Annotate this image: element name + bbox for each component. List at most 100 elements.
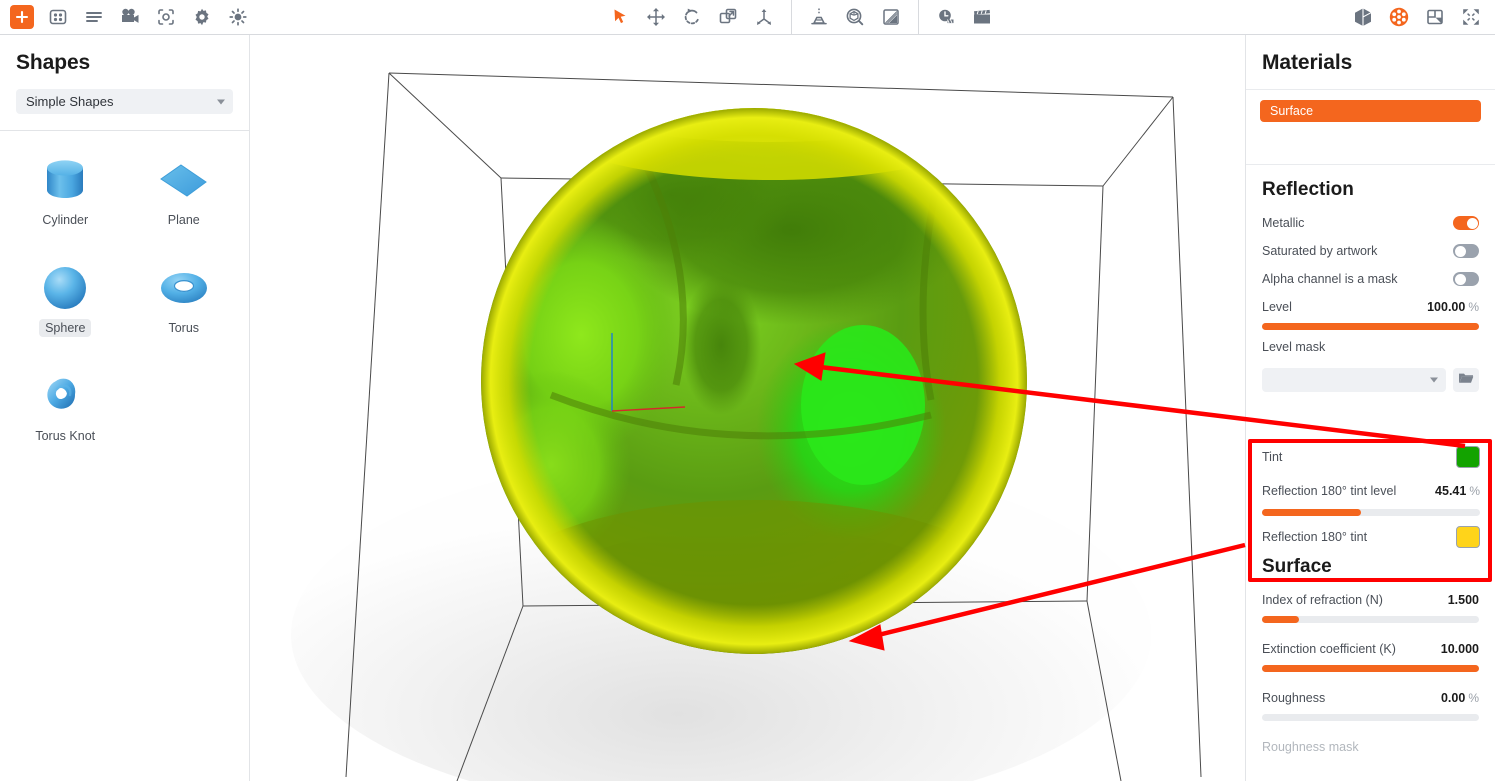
hamburger-menu-icon — [84, 7, 104, 27]
3d-viewport[interactable] — [251, 35, 1245, 781]
shape-item-plane[interactable]: Plane — [125, 149, 244, 247]
grid-dots-icon — [48, 7, 68, 27]
scatter-icon — [754, 7, 774, 27]
sphere-icon — [36, 257, 94, 319]
toolbar-separator-1 — [790, 0, 792, 35]
roughness-row: Roughness 0.00% — [1246, 684, 1495, 712]
shape-label-sphere: Sphere — [39, 319, 92, 337]
saturated-by-artwork-row: Saturated by artwork — [1246, 237, 1495, 265]
shape-label-cylinder: Cylinder — [42, 213, 89, 227]
render-view-button[interactable] — [1417, 0, 1453, 35]
level-mask-label: Level mask — [1262, 340, 1326, 354]
alpha-channel-mask-toggle[interactable] — [1453, 272, 1479, 286]
select-tool[interactable] — [602, 0, 638, 35]
level-row: Level 100.00% — [1246, 293, 1495, 321]
tint-color-swatch[interactable] — [1456, 446, 1480, 468]
shape-item-torus-knot[interactable]: Torus Knot — [6, 365, 125, 463]
focus-button[interactable] — [148, 0, 184, 35]
toolbar-scene-group — [801, 0, 909, 35]
main-toolbar — [0, 0, 1495, 35]
tint-180-color-swatch[interactable] — [1456, 526, 1480, 548]
toggle-knob — [1454, 245, 1466, 257]
roughness-unit: % — [1468, 691, 1479, 705]
ior-row: Index of refraction (N) 1.500 — [1246, 586, 1495, 614]
roughness-value-wrap: 0.00% — [1441, 689, 1479, 707]
level-mask-dropdown[interactable] — [1262, 368, 1446, 392]
level-unit: % — [1468, 300, 1479, 314]
metallic-toggle[interactable] — [1453, 216, 1479, 230]
shape-item-torus[interactable]: Torus — [125, 257, 244, 355]
tint-level-180-slider-fill — [1262, 509, 1361, 516]
metallic-row: Metallic — [1246, 209, 1495, 237]
toolbar-transform-group — [602, 0, 782, 35]
chevron-down-icon — [217, 99, 225, 104]
level-value: 100.00 — [1427, 300, 1466, 314]
scale-tool[interactable] — [710, 0, 746, 35]
material-item-surface[interactable]: Surface — [1260, 100, 1481, 122]
gradient-tool[interactable] — [873, 0, 909, 35]
tint-180-label: Reflection 180° tint — [1262, 530, 1368, 544]
move-arrows-icon — [646, 7, 666, 27]
add-button[interactable] — [4, 0, 40, 35]
shape-item-cylinder[interactable]: Cylinder — [6, 149, 125, 247]
materials-panel: Materials Surface Reflection Metallic Sa… — [1245, 35, 1495, 781]
roughness-slider[interactable] — [1262, 714, 1479, 721]
chevron-down-icon — [1430, 377, 1438, 383]
saturated-by-artwork-toggle[interactable] — [1453, 244, 1479, 258]
plane-icon — [155, 149, 213, 211]
camera-button[interactable] — [112, 0, 148, 35]
tint-label: Tint — [1262, 450, 1283, 464]
menu-button[interactable] — [76, 0, 112, 35]
tint-180-row: Reflection 180° tint — [1246, 516, 1495, 558]
distribute-tool[interactable] — [746, 0, 782, 35]
tint-level-180-slider[interactable] — [1262, 509, 1480, 516]
light-bulb-icon — [228, 7, 248, 27]
alpha-channel-mask-label: Alpha channel is a mask — [1262, 272, 1398, 286]
scale-icon — [718, 7, 738, 27]
material-ball-icon — [1388, 6, 1410, 28]
grid-layout-button[interactable] — [40, 0, 76, 35]
plus-icon — [10, 5, 34, 29]
ior-slider[interactable] — [1262, 616, 1479, 623]
toolbar-separator-2 — [917, 0, 919, 35]
extinction-row: Extinction coefficient (K) 10.000 — [1246, 635, 1495, 663]
shapes-panel-header: Shapes — [0, 35, 249, 75]
ior-label: Index of refraction (N) — [1262, 593, 1383, 607]
clapperboard-icon — [971, 7, 993, 27]
rotate-tool[interactable] — [674, 0, 710, 35]
shape-category-dropdown[interactable]: Simple Shapes — [16, 89, 233, 114]
toolbar-animation-group — [928, 0, 1000, 35]
level-slider[interactable] — [1262, 323, 1479, 330]
toggle-knob — [1454, 273, 1466, 285]
extinction-value: 10.000 — [1440, 642, 1479, 656]
environment-sphere-icon — [845, 7, 865, 27]
studio-light-icon — [808, 7, 830, 27]
lighting-tool[interactable] — [801, 0, 837, 35]
shape-item-sphere[interactable]: Sphere — [6, 257, 125, 355]
animation-tool[interactable] — [964, 0, 1000, 35]
cylinder-icon — [36, 149, 94, 211]
extinction-slider[interactable] — [1262, 665, 1479, 672]
object-view-button[interactable] — [1345, 0, 1381, 35]
alpha-channel-mask-row: Alpha channel is a mask — [1246, 265, 1495, 293]
settings-button[interactable] — [184, 0, 220, 35]
light-button[interactable] — [220, 0, 256, 35]
toggle-knob — [1466, 217, 1478, 229]
ior-slider-fill — [1262, 616, 1299, 623]
shape-label-torus: Torus — [168, 321, 200, 335]
environment-tool[interactable] — [837, 0, 873, 35]
move-tool[interactable] — [638, 0, 674, 35]
level-mask-browse-button[interactable] — [1453, 368, 1479, 392]
focus-frame-icon — [156, 7, 176, 27]
fullscreen-button[interactable] — [1453, 0, 1489, 35]
tint-level-180-value-wrap: 45.41% — [1435, 482, 1480, 500]
gradient-swatch-icon — [881, 7, 901, 27]
timeline-tool[interactable] — [928, 0, 964, 35]
app-root: Shapes Simple Shapes Cylinder Plane Sphe… — [0, 0, 1495, 781]
reflection-section-title: Reflection — [1262, 179, 1354, 200]
shape-category-wrap: Simple Shapes — [0, 75, 249, 130]
material-view-button[interactable] — [1381, 0, 1417, 35]
folder-icon — [1458, 371, 1474, 390]
cursor-arrow-icon — [611, 8, 629, 26]
toolbar-left-group — [0, 0, 256, 35]
